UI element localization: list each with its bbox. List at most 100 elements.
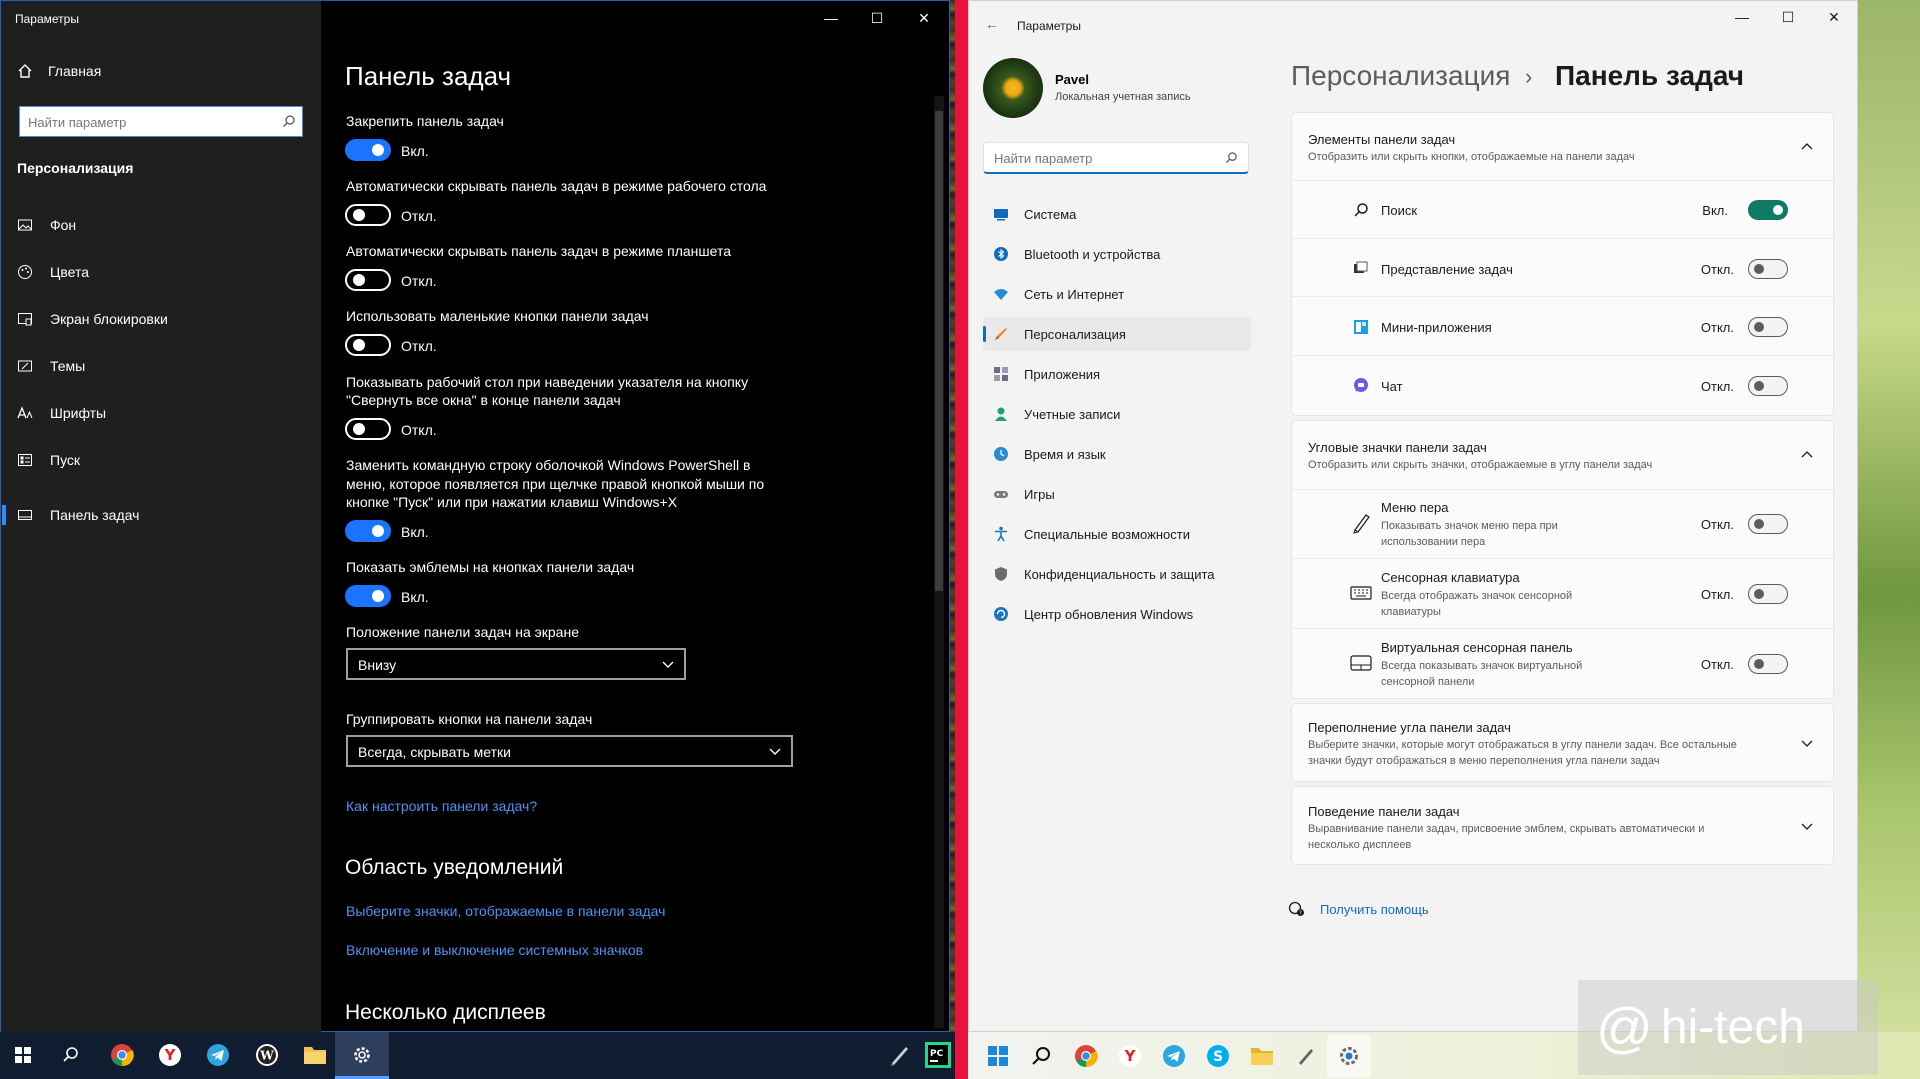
row-sub-line: сенсорной панели [1381,676,1475,688]
nav-item-start[interactable]: Пуск [17,448,307,472]
pycharm-icon[interactable]: PC [923,1040,953,1070]
avatar[interactable] [983,58,1043,118]
skype-icon[interactable]: S [1202,1040,1234,1072]
breadcrumb-parent[interactable]: Персонализация [1291,60,1510,92]
lock-taskbar-toggle[interactable] [345,139,391,161]
card-title: Поведение панели задач [1308,804,1460,819]
windows-start-icon[interactable] [8,1040,38,1070]
gaming-icon [994,491,1008,498]
taskbar-position-select[interactable]: Внизу [346,648,686,680]
minimize-button[interactable]: — [808,7,854,29]
search-icon [283,115,295,127]
nav-label: Учетные записи [1024,406,1121,422]
nav-item-lock-screen[interactable]: Экран блокировки [17,307,307,331]
notification-icons-link[interactable]: Выберите значки, отображаемые в панели з… [346,903,665,919]
chevron-up-icon[interactable] [1800,448,1814,462]
small-buttons-toggle[interactable] [345,334,391,356]
help-link[interactable]: Как настроить панели задач? [346,798,537,814]
accounts-icon [995,407,1007,421]
nav-item-windows-update[interactable]: Центр обновления Windows [983,597,1251,631]
settings-icon[interactable] [1333,1040,1365,1072]
file-explorer-icon[interactable] [300,1040,330,1070]
nav-item-background[interactable]: Фон [17,213,307,237]
touchpad-toggle[interactable] [1748,654,1788,674]
close-button[interactable]: ✕ [901,7,947,29]
section-heading: Несколько дисплеев [345,1001,546,1024]
toggle-state: Откл. [401,422,437,438]
yandex-icon[interactable]: Y [155,1040,185,1070]
nav-item-taskbar[interactable]: Панель задач [17,503,307,527]
taskbar-icon [18,510,32,520]
nav-label: Цвета [50,264,89,280]
system-icons-link[interactable]: Включение и выключение системных значков [346,942,643,958]
card-subtitle-line: значки будут отображаться в меню перепол… [1308,755,1660,767]
chevron-down-icon[interactable] [1800,819,1814,833]
nav-item-network[interactable]: Сеть и Интернет [983,277,1251,311]
task-view-toggle[interactable] [1748,259,1788,279]
themes-icon [18,360,32,372]
home-link[interactable]: Главная [17,63,101,79]
search-icon[interactable] [1026,1040,1058,1072]
nav-label: Центр обновления Windows [1024,606,1194,622]
chevron-up-icon[interactable] [1800,140,1814,154]
combine-buttons-select[interactable]: Всегда, скрывать метки [346,735,793,767]
toggle-state: Откл. [1700,587,1734,602]
settings-icon[interactable] [347,1040,377,1070]
windows-start-icon[interactable] [982,1040,1014,1072]
search-input[interactable]: Найти параметр [19,106,303,137]
nav-item-themes[interactable]: Темы [17,354,307,378]
touch-keyboard-toggle[interactable] [1748,584,1788,604]
telegram-icon[interactable] [1158,1040,1190,1072]
nav-item-personalization[interactable]: Персонализация [983,317,1251,351]
toggle-knob [353,423,365,435]
search-placeholder: Найти параметр [994,151,1093,166]
close-button[interactable]: ✕ [1811,6,1857,28]
wordpress-icon[interactable]: W [252,1040,282,1070]
nav-item-time-language[interactable]: Время и язык [983,437,1251,471]
search-toggle[interactable] [1748,200,1788,220]
pen-icon[interactable] [1290,1040,1322,1072]
widgets-icon [1354,320,1368,334]
chrome-icon[interactable] [1070,1040,1102,1072]
maximize-button[interactable]: ☐ [854,7,900,29]
maximize-button[interactable]: ☐ [1765,6,1811,28]
autohide-desktop-toggle[interactable] [345,204,391,226]
nav-item-bluetooth[interactable]: Bluetooth и устройства [983,237,1251,271]
nav-item-accounts[interactable]: Учетные записи [983,397,1251,431]
nav-label: Сеть и Интернет [1024,286,1125,302]
nav-item-gaming[interactable]: Игры [983,477,1251,511]
nav-item-fonts[interactable]: Шрифты [17,401,307,425]
widgets-toggle[interactable] [1748,317,1788,337]
nav-label: Пуск [50,452,81,468]
nav-item-system[interactable]: Система [983,197,1251,231]
powershell-toggle[interactable] [345,520,391,542]
chrome-icon[interactable] [107,1040,137,1070]
nav-item-colors[interactable]: Цвета [17,260,307,284]
badges-toggle[interactable] [345,585,391,607]
yandex-icon[interactable]: Y [1114,1040,1146,1072]
toggle-state: Откл. [401,208,437,224]
minimize-button[interactable]: — [1719,6,1765,28]
scrollbar-thumb[interactable] [935,111,943,591]
autohide-tablet-toggle[interactable] [345,269,391,291]
nav-label: Специальные возможности [1024,526,1190,542]
chevron-down-icon[interactable] [1800,736,1814,750]
search-input[interactable]: Найти параметр [983,142,1249,174]
pen-icon[interactable] [885,1040,915,1070]
peek-desktop-toggle[interactable] [345,418,391,440]
nav-item-accessibility[interactable]: Специальные возможности [983,517,1251,551]
setting-label: Автоматически скрывать панель задач в ре… [346,178,767,194]
chat-toggle[interactable] [1748,376,1788,396]
active-indicator [983,326,986,342]
get-help-link[interactable]: ? Получить помощь [1288,900,1429,918]
accessibility-icon [995,526,1007,542]
file-explorer-icon[interactable] [1246,1040,1278,1072]
chat-icon [1354,378,1368,392]
telegram-icon[interactable] [203,1040,233,1070]
pen-menu-toggle[interactable] [1748,514,1788,534]
back-button[interactable]: ← [985,16,999,32]
search-icon[interactable] [56,1040,86,1070]
nav-item-apps[interactable]: Приложения [983,357,1251,391]
row-sub-line: Всегда показывать значок виртуальной [1381,660,1583,672]
nav-item-privacy[interactable]: Конфиденциальность и защита [983,557,1251,591]
